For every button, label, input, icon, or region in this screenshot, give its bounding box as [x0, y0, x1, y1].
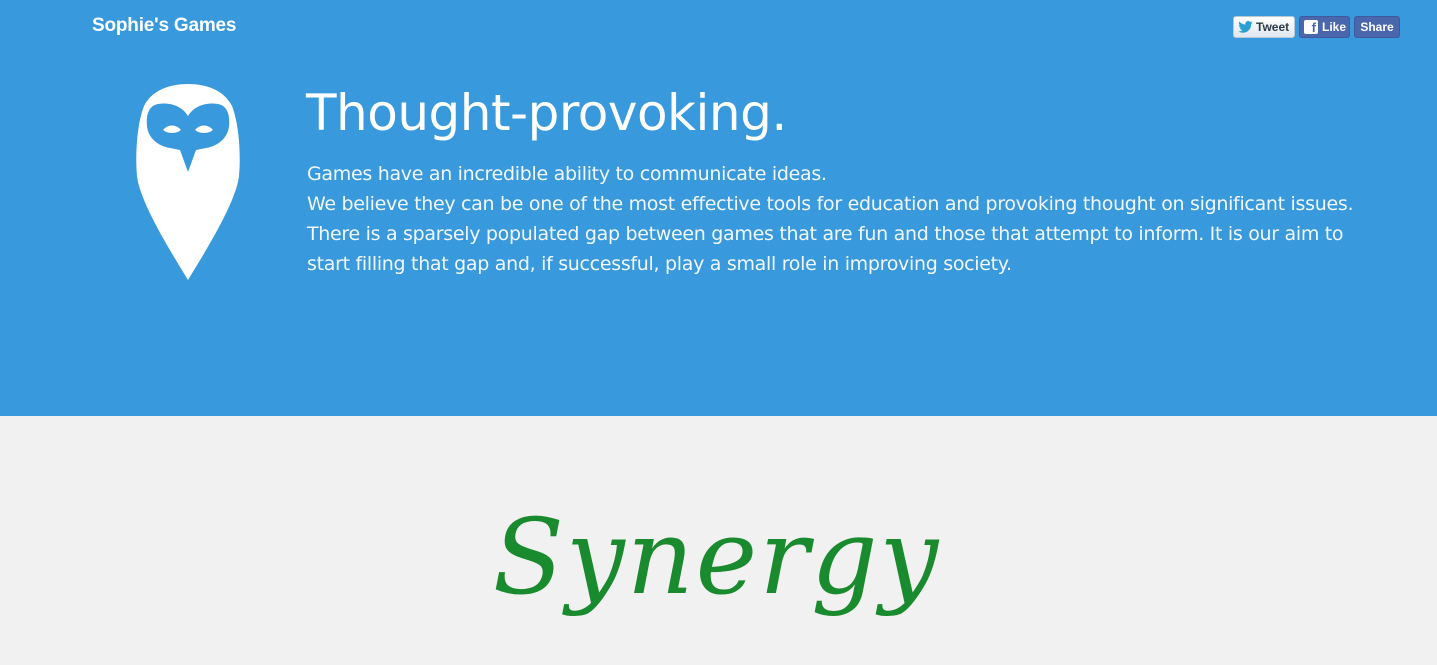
facebook-share-button[interactable]: Share — [1354, 16, 1400, 38]
hero-paragraph: We believe they can be one of the most e… — [307, 193, 1354, 215]
hero-paragraph: There is a sparsely populated gap betwee… — [307, 223, 1344, 275]
hero-section: Sophie's Games Tweet f Like Share Though… — [0, 0, 1437, 416]
brand-link[interactable]: Sophie's Games — [92, 15, 236, 37]
facebook-like-button[interactable]: f Like — [1299, 16, 1350, 38]
hero-headline: Thought-provoking. — [306, 84, 787, 142]
hero-description: Games have an incredible ability to comm… — [307, 159, 1367, 279]
hero-paragraph: Games have an incredible ability to comm… — [307, 163, 827, 185]
twitter-bird-icon — [1238, 21, 1253, 33]
page: Sophie's Games Tweet f Like Share Though… — [0, 0, 1437, 665]
owl-logo-icon — [136, 84, 240, 282]
facebook-f-icon: f — [1304, 20, 1318, 34]
share-label: Share — [1360, 20, 1394, 34]
games-section: Synergy — [0, 416, 1437, 665]
like-label: Like — [1322, 20, 1347, 34]
tweet-button[interactable]: Tweet — [1233, 16, 1295, 38]
tweet-label: Tweet — [1256, 20, 1290, 34]
game-title-synergy[interactable]: Synergy — [0, 492, 1435, 622]
